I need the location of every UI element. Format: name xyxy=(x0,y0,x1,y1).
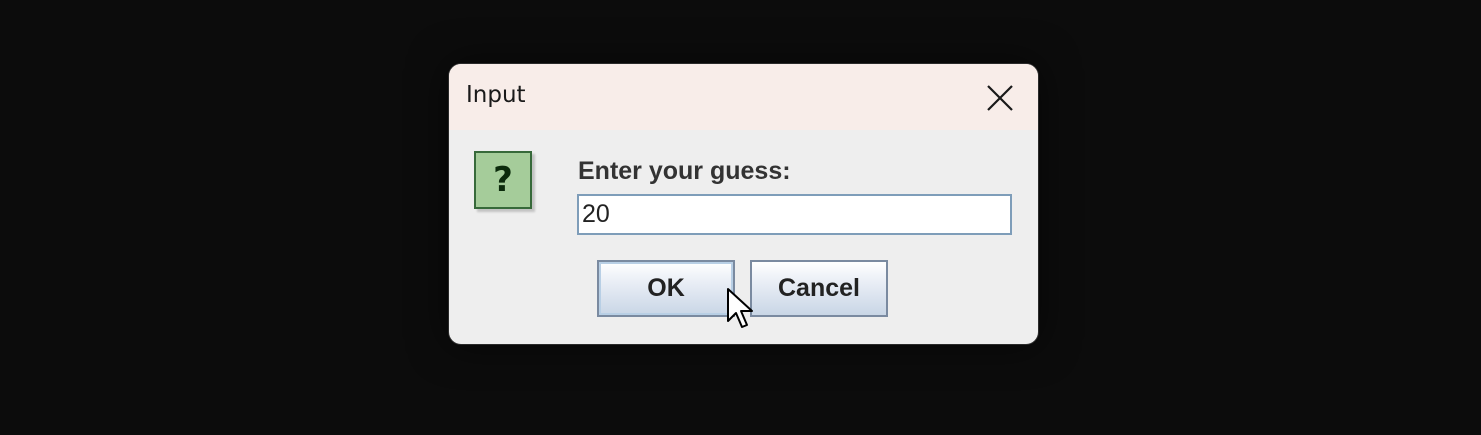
guess-input[interactable] xyxy=(577,194,1012,235)
close-icon xyxy=(987,85,1013,111)
close-button[interactable] xyxy=(983,81,1017,115)
cancel-button[interactable]: Cancel xyxy=(750,260,888,317)
desktop-background: Input ? Enter your guess: OK Cancel xyxy=(0,0,1481,435)
question-glyph: ? xyxy=(493,160,513,200)
mouse-pointer-icon xyxy=(727,288,753,328)
dialog-titlebar[interactable]: Input xyxy=(449,64,1038,130)
dialog-title: Input xyxy=(466,82,526,108)
question-icon: ? xyxy=(474,151,532,209)
prompt-label: Enter your guess: xyxy=(578,157,791,185)
ok-button[interactable]: OK xyxy=(597,260,735,317)
